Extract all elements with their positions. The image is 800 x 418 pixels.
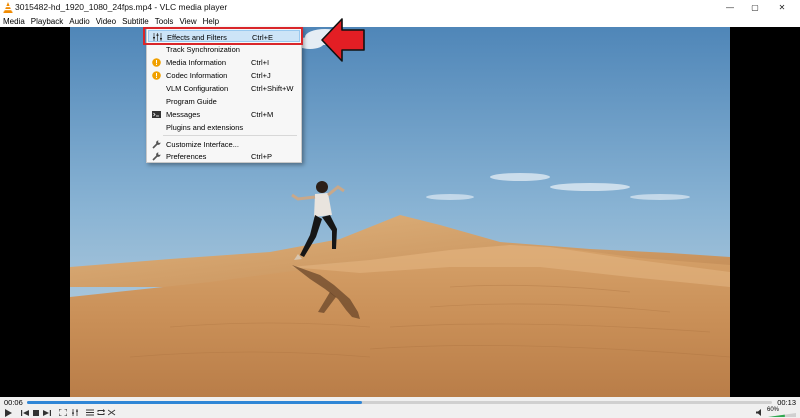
window-title: 3015482-hd_1920_1080_24fps.mp4 - VLC med…	[15, 2, 228, 12]
menu-item-media-information[interactable]: Media Information Ctrl+I	[148, 56, 300, 68]
menu-view[interactable]: View	[176, 17, 199, 26]
seek-bar[interactable]	[27, 401, 772, 404]
menu-bar: Media Playback Audio Video Subtitle Tool…	[0, 15, 800, 27]
fullscreen-icon[interactable]	[58, 408, 68, 417]
menu-separator	[163, 135, 297, 136]
menu-playback[interactable]: Playback	[28, 17, 66, 26]
controls-row: 60%	[0, 407, 800, 418]
menu-subtitle[interactable]: Subtitle	[119, 17, 152, 26]
menu-tools[interactable]: Tools	[152, 17, 177, 26]
shuffle-icon[interactable]	[107, 408, 117, 417]
stop-icon[interactable]	[31, 408, 41, 417]
time-elapsed: 00:06	[4, 398, 23, 407]
video-area[interactable]	[0, 27, 800, 397]
play-icon[interactable]	[3, 408, 13, 417]
tools-dropdown-menu: Effects and Filters Ctrl+E Track Synchro…	[146, 27, 302, 163]
seek-row: 00:06 00:13	[0, 397, 800, 407]
menu-item-plugins-and-extensions[interactable]: Plugins and extensions	[148, 121, 300, 133]
info-icon	[151, 70, 161, 80]
menu-help[interactable]: Help	[200, 17, 222, 26]
info-icon	[151, 57, 161, 67]
title-bar: 3015482-hd_1920_1080_24fps.mp4 - VLC med…	[0, 0, 800, 15]
wrench-icon	[151, 139, 161, 149]
menu-media[interactable]: Media	[0, 17, 28, 26]
wrench-icon	[151, 151, 161, 161]
annotation-arrow-icon	[321, 18, 365, 62]
time-total: 00:13	[777, 398, 796, 407]
annotation-highlight-box	[143, 27, 303, 45]
menu-audio[interactable]: Audio	[66, 17, 92, 26]
menu-item-preferences[interactable]: Preferences Ctrl+P	[148, 150, 300, 162]
playlist-icon[interactable]	[85, 408, 95, 417]
next-icon[interactable]	[42, 408, 52, 417]
volume-speaker-icon[interactable]	[755, 408, 765, 417]
maximize-button[interactable]: ▢	[743, 0, 767, 15]
menu-item-messages[interactable]: Messages Ctrl+M	[148, 108, 300, 120]
previous-icon[interactable]	[20, 408, 30, 417]
volume-slider[interactable]	[768, 413, 796, 417]
vlc-cone-icon	[3, 2, 13, 13]
close-button[interactable]: ✕	[770, 0, 794, 15]
loop-icon[interactable]	[96, 408, 106, 417]
menu-item-program-guide[interactable]: Program Guide	[148, 95, 300, 107]
extended-settings-icon[interactable]	[70, 408, 80, 417]
seek-bar-progress	[27, 401, 363, 404]
menu-item-customize-interface[interactable]: Customize Interface...	[148, 138, 300, 150]
menu-video[interactable]: Video	[93, 17, 119, 26]
minimize-button[interactable]: —	[718, 0, 742, 15]
menu-item-codec-information[interactable]: Codec Information Ctrl+J	[148, 69, 300, 81]
messages-terminal-icon	[151, 109, 161, 119]
menu-item-vlm-configuration[interactable]: VLM Configuration Ctrl+Shift+W	[148, 82, 300, 94]
